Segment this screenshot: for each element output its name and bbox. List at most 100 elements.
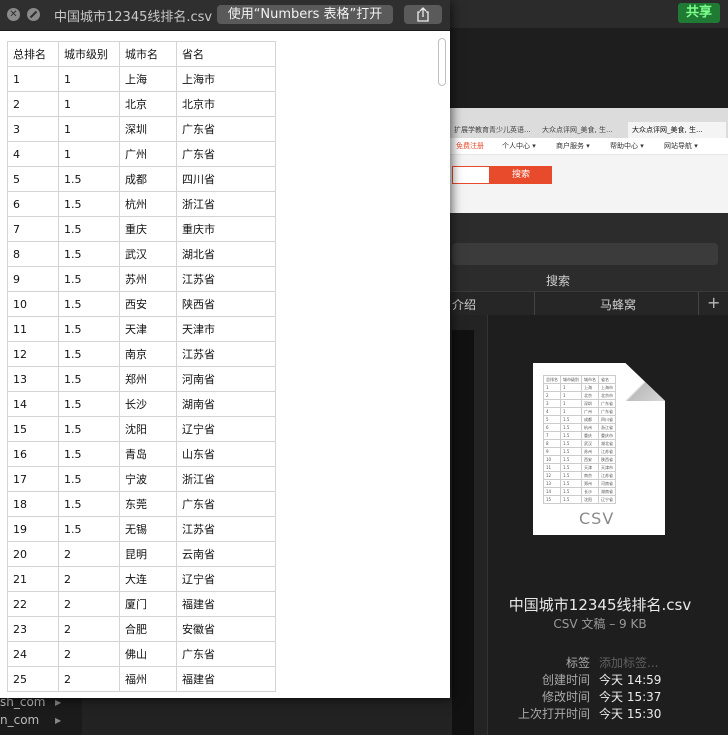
table-cell: 河南省 — [176, 366, 276, 392]
table-cell: 14 — [7, 391, 59, 417]
table-cell: 上海市 — [176, 66, 276, 92]
table-cell: 四川省 — [176, 166, 276, 192]
table-cell: 佛山 — [119, 641, 177, 667]
table-row: 13 1.5 郑州 河南省 — [7, 366, 276, 392]
table-row: 21 2 大连 辽宁省 — [7, 566, 276, 592]
table-cell: 1 — [58, 116, 120, 142]
table-cell: 浙江省 — [176, 191, 276, 217]
table-cell: 青岛 — [119, 441, 177, 467]
thumbnail-cell: 天津 — [581, 463, 599, 472]
table-cell: 无锡 — [119, 516, 177, 542]
close-icon[interactable]: ✕ — [7, 8, 20, 21]
table-cell: 沈阳 — [119, 416, 177, 442]
table-cell: 广东省 — [176, 491, 276, 517]
table-cell: 21 — [7, 566, 59, 592]
table-cell: 1.5 — [58, 441, 120, 467]
table-cell: 福州 — [119, 666, 177, 692]
tab-divider — [698, 292, 699, 316]
thumbnail-cell: 1 — [560, 391, 582, 400]
thumbnail-cell: 河南省 — [598, 479, 616, 488]
table-cell: 浙江省 — [176, 466, 276, 492]
thumbnail-cell: 重庆 — [581, 431, 599, 440]
thumbnail-cell: 四川省 — [598, 415, 616, 424]
browser-tab[interactable]: 扩展学教育青少儿英语... — [450, 122, 538, 138]
browser-tab[interactable]: 大众点评网_美食, 生... — [538, 122, 626, 138]
disclosure-arrow-icon[interactable]: ▶ — [55, 716, 61, 725]
thumbnail-cell: 深圳 — [581, 399, 599, 408]
thumbnail-row: 4 1 广州 广东省 — [543, 407, 616, 416]
table-cell: 江苏省 — [176, 266, 276, 292]
share-button[interactable]: 共享 — [678, 3, 720, 23]
table-cell: 15 — [7, 416, 59, 442]
table-row: 2 1 北京 北京市 — [7, 91, 276, 117]
background-panel — [450, 28, 728, 110]
browser-tab-active[interactable]: 大众点评网_美食, 生... — [628, 122, 726, 138]
background-search-field[interactable] — [452, 243, 718, 265]
table-cell: 天津市 — [176, 316, 276, 342]
table-cell: 5 — [7, 166, 59, 192]
table-cell: 1.5 — [58, 166, 120, 192]
background-editor-area — [82, 698, 450, 735]
browser-search-input[interactable] — [452, 166, 490, 184]
open-with-numbers-button[interactable]: 使用“Numbers 表格”打开 — [217, 5, 393, 24]
browser-window: 扩展学教育青少儿英语... 大众点评网_美食, 生... 大众点评网_美食, 生… — [450, 108, 728, 213]
thumbnail-cell: 4 — [543, 407, 561, 416]
thumbnail-row: 7 1.5 重庆 重庆市 — [543, 431, 616, 440]
tab-mafengwo[interactable]: 马蜂窝 — [600, 296, 636, 313]
background-tab-bar: 介绍 马蜂窝 + — [450, 291, 728, 317]
thumbnail-cell: 城市级别 — [560, 375, 582, 384]
thumbnail-cell: 陕西省 — [598, 455, 616, 464]
sidebar-item[interactable]: n_com — [0, 713, 39, 727]
thumbnail-row: 12 1.5 南京 江苏省 — [543, 471, 616, 480]
thumbnail-cell: 西安 — [581, 455, 599, 464]
file-kind-size: CSV 文稿 – 9 KB — [553, 617, 647, 631]
table-cell: 1 — [58, 91, 120, 117]
nav-personal[interactable]: 个人中心 ▾ — [502, 141, 536, 151]
table-cell: 2 — [58, 666, 120, 692]
nav-help[interactable]: 帮助中心 ▾ — [610, 141, 644, 151]
table-cell: 22 — [7, 591, 59, 617]
table-body: 1 1 上海 上海市 2 1 北京 北京市 3 1 深圳 广东省 4 1 广州 广东省 5 1.5 成都 四川省 6 1.… — [7, 66, 276, 692]
thumbnail-cell: 浙江省 — [598, 423, 616, 432]
thumbnail-row: 5 1.5 成都 四川省 — [543, 415, 616, 424]
table-cell: 10 — [7, 291, 59, 317]
table-cell: 北京市 — [176, 91, 276, 117]
thumbnail-cell: 1.5 — [560, 463, 582, 472]
table-cell: 11 — [7, 316, 59, 342]
thumbnail-cell: 1.5 — [560, 431, 582, 440]
thumbnail-row: 3 1 深圳 广东省 — [543, 399, 616, 408]
table-cell: 25 — [7, 666, 59, 692]
thumbnail-cell: 8 — [543, 439, 561, 448]
browser-search-button[interactable]: 搜索 — [490, 166, 552, 184]
thumbnail-row: 6 1.5 杭州 浙江省 — [543, 423, 616, 432]
tab-intro[interactable]: 介绍 — [452, 296, 476, 313]
disclosure-arrow-icon[interactable]: ▶ — [55, 698, 61, 707]
table-cell: 东莞 — [119, 491, 177, 517]
share-button[interactable] — [404, 5, 442, 24]
nav-register[interactable]: 免费注册 — [456, 141, 484, 151]
fullscreen-icon[interactable] — [27, 8, 40, 21]
meta-label-tags: 标签 — [565, 656, 590, 670]
thumbnail-cell: 2 — [543, 391, 561, 400]
table-cell: 深圳 — [119, 116, 177, 142]
thumbnail-cell: 10 — [543, 455, 561, 464]
nav-sitemap[interactable]: 网站导航 ▾ — [664, 141, 698, 151]
table-cell: 1.5 — [58, 266, 120, 292]
nav-merchant[interactable]: 商户服务 ▾ — [556, 141, 590, 151]
thumbnail-cell: 6 — [543, 423, 561, 432]
file-thumbnail[interactable]: 总排名 城市级别 城市名 省名 1 1 上海 上海市 2 1 北京 北京市 3 1 深圳 广东省 4 1 广州 广东省… — [533, 363, 665, 535]
table-cell: 广东省 — [176, 641, 276, 667]
table-row: 24 2 佛山 广东省 — [7, 641, 276, 667]
file-name: 中国城市12345线排名.csv — [508, 596, 692, 614]
thumbnail-cell: 湖北省 — [598, 439, 616, 448]
table-cell: 1.5 — [58, 291, 120, 317]
table-cell: 南京 — [119, 341, 177, 367]
plus-icon[interactable]: + — [707, 293, 720, 312]
table-cell: 上海 — [119, 66, 177, 92]
table-cell: 辽宁省 — [176, 566, 276, 592]
table-cell: 1.5 — [58, 516, 120, 542]
table-cell: 23 — [7, 616, 59, 642]
add-tags-field[interactable]: 添加标签... — [599, 654, 658, 671]
search-label: 搜索 — [546, 274, 571, 288]
scrollbar-thumb[interactable] — [438, 38, 446, 86]
